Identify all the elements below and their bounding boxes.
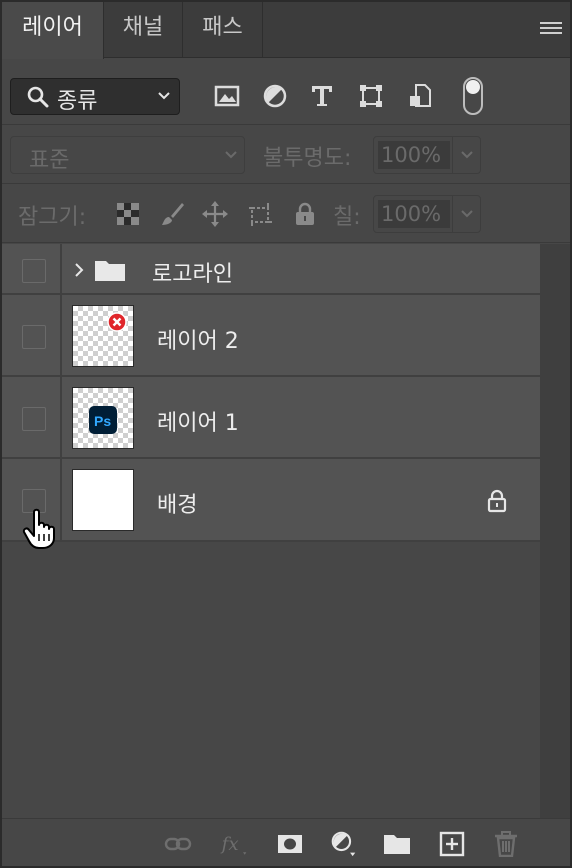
chevron-down-icon bbox=[461, 151, 473, 159]
layer-name[interactable]: 로고라인 bbox=[152, 256, 233, 288]
new-group-icon[interactable] bbox=[383, 831, 411, 857]
layer-filter-row: 종류 bbox=[2, 59, 570, 125]
chevron-right-icon[interactable] bbox=[74, 262, 84, 278]
tab-channels[interactable]: 채널 bbox=[104, 2, 183, 58]
error-badge-icon bbox=[107, 312, 127, 332]
lock-row: 잠그기: 칠: 100% bbox=[2, 185, 570, 243]
search-icon bbox=[27, 86, 49, 108]
lock-icon[interactable] bbox=[486, 489, 508, 513]
hand-cursor-icon bbox=[22, 508, 55, 549]
opacity-dropdown[interactable] bbox=[452, 137, 480, 173]
layer-name[interactable]: 배경 bbox=[157, 487, 197, 519]
visibility-toggle[interactable] bbox=[22, 325, 46, 349]
blend-row: 표준 불투명도: 100% bbox=[2, 126, 570, 184]
delete-layer-icon[interactable] bbox=[492, 831, 520, 857]
opacity-label: 불투명도: bbox=[263, 146, 352, 171]
panel-tab-bar: 레이어 채널 패스 bbox=[2, 2, 570, 59]
panel-menu-icon[interactable] bbox=[540, 22, 562, 38]
shape-filter-icon[interactable] bbox=[358, 83, 384, 109]
fill-label: 칠: bbox=[333, 205, 361, 230]
layers-bottom-bar: fx bbox=[2, 818, 570, 866]
svg-text:Ps: Ps bbox=[94, 413, 111, 429]
layer-style-fx-icon[interactable]: fx bbox=[220, 831, 248, 857]
opacity-field[interactable]: 100% bbox=[373, 136, 481, 174]
layer-row-background[interactable]: 배경 bbox=[2, 459, 540, 542]
lock-label: 잠그기: bbox=[18, 205, 87, 230]
opacity-value[interactable]: 100% bbox=[378, 141, 450, 169]
visibility-column bbox=[2, 295, 62, 375]
layer-list: 로고라인 레이어 2 Ps 레이어 1 배경 bbox=[2, 244, 570, 818]
lock-position-icon[interactable] bbox=[202, 201, 228, 227]
layer-row-layer-2[interactable]: 레이어 2 bbox=[2, 295, 540, 377]
lock-all-icon[interactable] bbox=[292, 201, 318, 227]
lock-image-pixels-icon[interactable] bbox=[160, 201, 186, 227]
fill-dropdown[interactable] bbox=[452, 196, 480, 232]
lock-transparent-pixels-icon[interactable] bbox=[115, 201, 141, 227]
new-layer-icon[interactable] bbox=[438, 831, 466, 857]
filter-kind-select[interactable]: 종류 bbox=[10, 78, 180, 115]
visibility-column bbox=[2, 377, 62, 457]
fill-field[interactable]: 100% bbox=[373, 195, 481, 233]
chevron-down-icon bbox=[461, 210, 473, 218]
visibility-toggle[interactable] bbox=[22, 259, 46, 283]
chevron-down-icon bbox=[158, 92, 170, 100]
filter-kind-label: 종류 bbox=[57, 89, 98, 114]
tab-paths[interactable]: 패스 bbox=[183, 2, 263, 58]
smart-object-filter-icon[interactable] bbox=[407, 83, 433, 109]
scrollbar-track[interactable] bbox=[540, 244, 570, 818]
visibility-column bbox=[2, 244, 62, 293]
layer-thumbnail[interactable]: Ps bbox=[72, 387, 134, 449]
filter-toggle[interactable] bbox=[463, 77, 483, 115]
type-filter-icon[interactable] bbox=[309, 83, 335, 109]
visibility-toggle[interactable] bbox=[22, 407, 46, 431]
blend-mode-label: 표준 bbox=[29, 148, 70, 173]
blend-mode-select[interactable]: 표준 bbox=[10, 136, 245, 174]
layer-name[interactable]: 레이어 1 bbox=[157, 405, 239, 437]
layers-panel: 레이어 채널 패스 종류 표준 불투명도: 100% 잠그기: 칠: 100% … bbox=[0, 0, 572, 868]
add-mask-icon[interactable] bbox=[276, 831, 304, 857]
tab-layers[interactable]: 레이어 bbox=[2, 2, 104, 59]
layer-row-group[interactable]: 로고라인 bbox=[2, 244, 540, 295]
layer-name[interactable]: 레이어 2 bbox=[157, 323, 239, 355]
fill-value[interactable]: 100% bbox=[378, 200, 450, 228]
chevron-down-icon bbox=[225, 151, 237, 159]
folder-icon bbox=[95, 261, 125, 281]
layer-thumbnail[interactable] bbox=[72, 305, 134, 367]
new-adjustment-layer-icon[interactable] bbox=[330, 831, 358, 857]
image-filter-icon[interactable] bbox=[214, 83, 240, 109]
photoshop-logo-icon: Ps bbox=[89, 406, 117, 434]
lock-artboard-icon[interactable] bbox=[247, 201, 273, 227]
svg-text:fx: fx bbox=[220, 834, 239, 855]
link-layers-icon[interactable] bbox=[164, 831, 192, 857]
layer-row-layer-1[interactable]: Ps 레이어 1 bbox=[2, 377, 540, 459]
layer-thumbnail[interactable] bbox=[72, 469, 134, 531]
adjustment-filter-icon[interactable] bbox=[262, 83, 288, 109]
